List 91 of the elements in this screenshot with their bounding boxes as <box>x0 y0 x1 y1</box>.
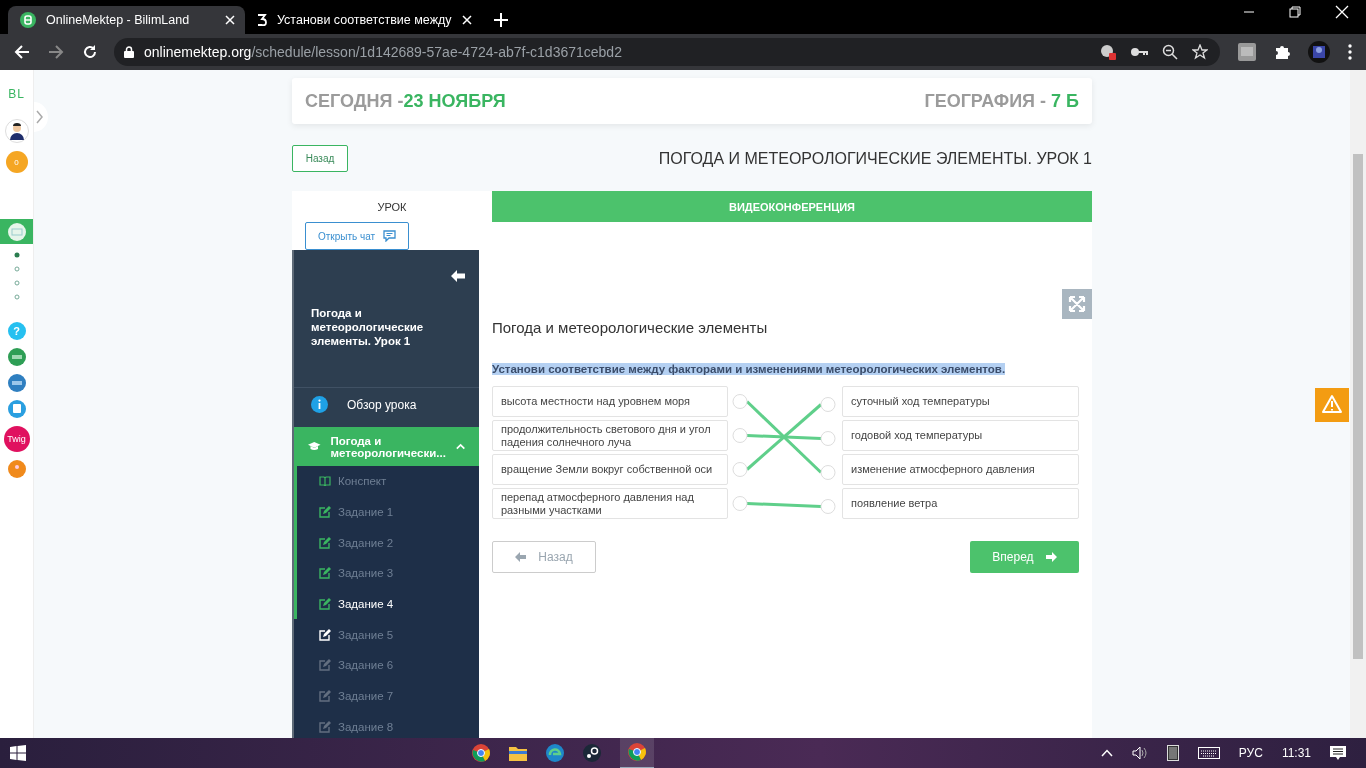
logo[interactable]: BL <box>8 87 25 101</box>
match-option[interactable]: суточный ход температуры <box>842 386 1079 417</box>
date-heading: СЕГОДНЯ -23 НОЯБРЯ <box>305 90 506 112</box>
menu-section[interactable]: Погода и метеорологически... <box>294 427 479 466</box>
arrow-right-icon <box>1045 552 1057 562</box>
dot-icon[interactable] <box>13 294 20 300</box>
browser-tab[interactable]: Установи соответствие между <box>245 6 482 34</box>
keyboard-icon[interactable] <box>1197 747 1220 759</box>
menu-item[interactable]: Задание 2 <box>294 527 479 559</box>
page-icon <box>257 14 267 26</box>
menu-item[interactable]: Задание 1 <box>294 496 479 528</box>
menu-item[interactable]: Обзор урока <box>294 388 479 421</box>
menu-item[interactable]: Задание 6 <box>294 650 479 681</box>
battery-icon[interactable] <box>1166 745 1179 761</box>
connector-dot[interactable] <box>820 397 836 412</box>
task-instruction: Установи соответствие между факторами и изменениями метеорологических элементов. <box>492 363 1006 375</box>
connector-dot[interactable] <box>820 431 836 446</box>
open-chat-button[interactable]: Открыть чат <box>305 222 409 250</box>
key-icon[interactable] <box>1130 47 1148 57</box>
connector-dot[interactable] <box>820 465 836 480</box>
menu-item[interactable]: Задание 5 <box>294 619 479 651</box>
menu-icon[interactable] <box>1348 44 1352 60</box>
browser-app-icon[interactable] <box>472 744 491 762</box>
menu-item[interactable]: Конспект <box>294 466 479 497</box>
menu-item[interactable]: Задание 3 <box>294 558 479 589</box>
browser-app-icon <box>628 743 647 761</box>
lesson-title: ПОГОДА И МЕТЕОРОЛОГИЧЕСКИЕ ЭЛЕМЕНТЫ. УРОК 1 <box>658 149 1092 168</box>
calendar-icon <box>7 222 26 241</box>
connector-dot[interactable] <box>820 499 836 514</box>
app-button[interactable]: Twig <box>3 426 30 452</box>
lock-icon <box>124 46 134 58</box>
site-logo-icon <box>20 12 36 28</box>
close-icon[interactable] <box>1335 4 1349 19</box>
profile-avatar-icon[interactable] <box>1308 41 1330 63</box>
menu-item[interactable]: Задание 7 <box>294 680 479 712</box>
folder-icon[interactable] <box>509 745 528 761</box>
address-bar[interactable]: onlinemektep.org/schedule/lesson/1d142689-57ae-4724-ab7f-c1d3671cebd2 <box>114 38 1220 66</box>
connector-dot[interactable] <box>732 394 748 409</box>
match-option[interactable]: годовой ход температуры <box>842 420 1079 451</box>
restore-icon[interactable] <box>1289 5 1301 18</box>
app-icon[interactable] <box>7 374 26 392</box>
connector-dot[interactable] <box>732 428 748 443</box>
tab[interactable]: УРОК <box>292 191 492 222</box>
match-option[interactable]: изменение атмосферного давления <box>842 454 1079 485</box>
graduation-cap-icon <box>308 441 321 452</box>
language-indicator[interactable]: РУС <box>1238 746 1263 760</box>
connector-dot[interactable] <box>732 462 748 477</box>
avatar-icon[interactable] <box>4 119 29 143</box>
chevron-up-icon <box>455 443 465 450</box>
chat-icon <box>383 230 397 242</box>
url-text: onlinemektep.org/schedule/lesson/1d142689-57ae-4724-ab7f-c1d3671cebd2 <box>144 44 622 60</box>
steam-icon[interactable] <box>583 744 602 762</box>
notification-icon[interactable] <box>1330 745 1346 761</box>
match-option[interactable]: высота местности над уровнем моря <box>492 386 728 417</box>
app-icon[interactable] <box>7 400 26 418</box>
menu-item[interactable]: Задание 4 <box>294 588 479 620</box>
app-icon[interactable] <box>7 348 26 366</box>
zoom-out-icon[interactable] <box>1162 44 1178 60</box>
plus-icon[interactable] <box>494 13 508 27</box>
match-option[interactable]: появление ветра <box>842 488 1079 519</box>
cookie-blocked-icon[interactable] <box>1100 44 1116 60</box>
clock[interactable]: 11:31 <box>1281 746 1311 760</box>
close-icon[interactable] <box>225 15 235 25</box>
taskbar-app-button[interactable] <box>620 737 655 768</box>
arrow-left-icon[interactable] <box>451 270 465 282</box>
task-title: Погода и метеорологические элементы <box>492 319 769 336</box>
forward-icon[interactable] <box>48 44 64 60</box>
chevron-up-icon[interactable] <box>1100 749 1113 757</box>
dot-icon[interactable] <box>13 252 20 258</box>
menu-title: Погода и метеорологические элементы. Урок 1 <box>311 306 425 348</box>
dot-icon[interactable] <box>13 280 20 286</box>
edge-app-icon[interactable] <box>546 744 565 762</box>
reload-icon[interactable] <box>82 44 98 60</box>
info-icon <box>311 396 328 413</box>
back-icon[interactable] <box>14 44 30 60</box>
windows-start-icon[interactable] <box>10 745 26 761</box>
subject-heading: ГЕОГРАФИЯ - 7 Б <box>924 90 1079 112</box>
browser-tab[interactable]: OnlineMektep - BilimLand <box>8 6 245 34</box>
match-option[interactable]: вращение Земли вокруг собственной оси <box>492 454 728 485</box>
dot-icon[interactable] <box>13 266 20 272</box>
speaker-icon[interactable] <box>1131 746 1148 760</box>
back-button[interactable]: Назад <box>292 145 348 172</box>
match-option[interactable]: перепад атмосферного давления над разными участками <box>492 488 728 519</box>
connector-dot[interactable] <box>732 496 748 511</box>
match-option[interactable]: продолжительность светового дня и угол падения солнечного луча <box>492 420 728 451</box>
star-icon[interactable] <box>1192 44 1208 60</box>
menu-item[interactable]: Задание 8 <box>294 711 479 738</box>
arrow-left-icon <box>515 552 527 562</box>
puzzle-icon[interactable] <box>1274 44 1290 60</box>
close-icon[interactable] <box>462 15 472 25</box>
scrollbar[interactable] <box>1350 70 1366 738</box>
